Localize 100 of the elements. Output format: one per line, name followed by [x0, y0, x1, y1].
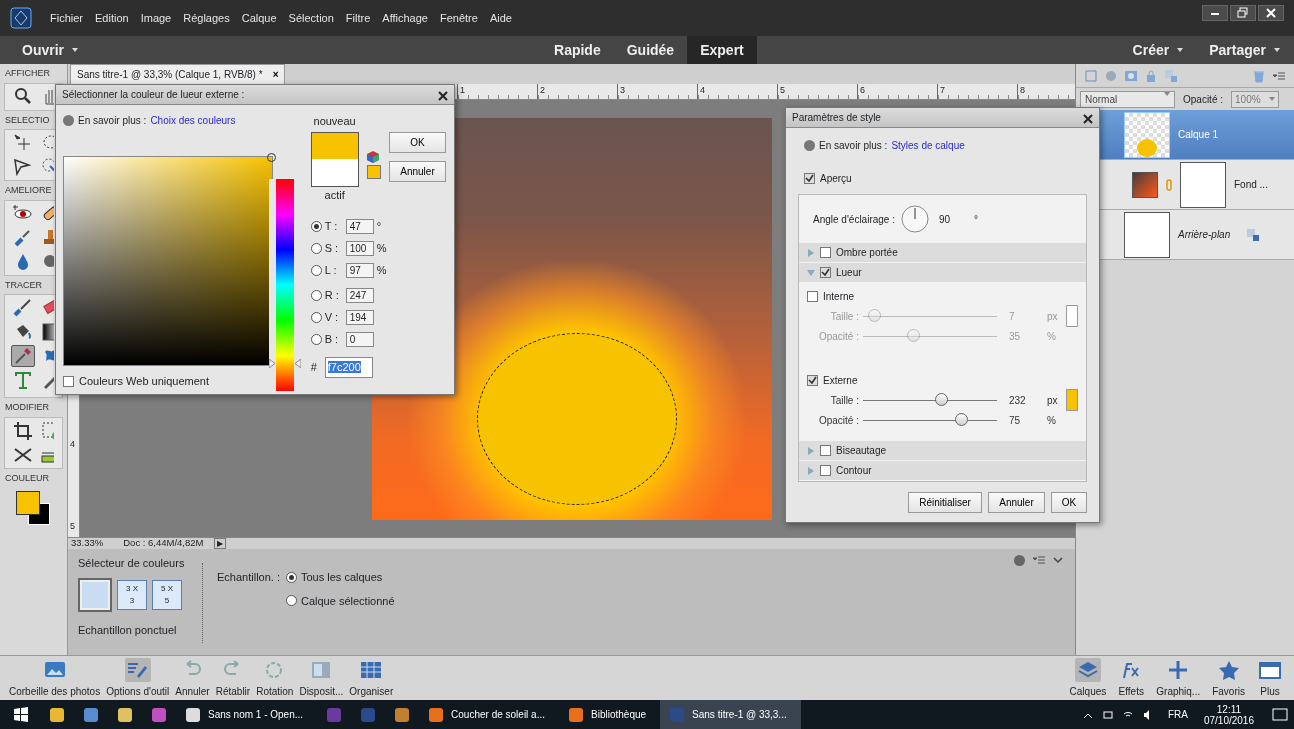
recompose-icon[interactable] [40, 419, 54, 442]
language-indicator[interactable]: FRA [1167, 707, 1188, 722]
text-icon[interactable] [12, 369, 34, 391]
clock-date[interactable]: 07/10/2016 [1203, 714, 1254, 726]
toolbar-button[interactable]: Graphiq... [1153, 656, 1204, 700]
layer-name[interactable]: Arrière-plan [1178, 227, 1238, 242]
menu-item[interactable]: Edition [89, 9, 135, 27]
cube-icon[interactable] [366, 151, 379, 163]
color-field[interactable] [63, 156, 273, 366]
angle-dial-icon[interactable] [900, 205, 929, 233]
mode-tab[interactable]: Rapide [541, 36, 614, 64]
toolbar-button[interactable]: Annuler [172, 656, 213, 700]
toolbar-button[interactable]: Disposit... [296, 656, 347, 700]
dialog-button[interactable]: Annuler [988, 492, 1045, 513]
close-button[interactable] [1083, 111, 1093, 124]
value-field[interactable]: 47 [345, 219, 374, 234]
degree-label: ° [974, 212, 979, 227]
opacity-field[interactable]: 100% [1231, 90, 1279, 108]
dialog-button[interactable]: Réinitialiser [908, 492, 982, 513]
dialog-button[interactable]: Annuler [389, 161, 446, 182]
sample-size-button[interactable] [78, 577, 112, 612]
menu-item[interactable]: Affichage [376, 9, 434, 27]
value-field[interactable]: 0 [345, 332, 374, 347]
taskbar-app[interactable]: Sans titre-1 @ 33,3... [660, 700, 801, 729]
clock-time[interactable]: 12:11 [1216, 703, 1242, 715]
menu-item[interactable]: Fenêtre [433, 9, 484, 27]
hex-field[interactable]: f7c200 [324, 357, 373, 378]
sample-size-button[interactable]: 5 X 5 [152, 579, 182, 610]
help-icon[interactable] [1014, 555, 1025, 566]
sample-radio[interactable]: Tous les calques [286, 569, 395, 586]
menu-item[interactable]: Image [134, 9, 178, 27]
close-button[interactable] [438, 88, 448, 101]
effect-checkbox[interactable]: Biseautage [820, 443, 887, 458]
slider-thumb[interactable] [934, 393, 948, 406]
layers-icon [1074, 657, 1101, 682]
open-menu[interactable]: Ouvrir [0, 36, 91, 64]
mode-tab[interactable]: Guidée [613, 36, 688, 64]
glow-color-swatch[interactable] [1065, 389, 1078, 411]
help-link[interactable]: Styles de calque [891, 138, 965, 153]
value-field[interactable]: 194 [345, 310, 374, 325]
action-menu[interactable]: Créer [1120, 36, 1198, 64]
dialog-button[interactable]: OK [1051, 492, 1087, 513]
close-tab-button[interactable]: × [272, 67, 279, 82]
toolbar-button[interactable]: Rétablir [212, 656, 254, 700]
crop-icon[interactable] [12, 419, 34, 442]
chevron-icon[interactable] [1053, 555, 1063, 566]
action-menu[interactable]: Partager [1197, 36, 1294, 64]
color-swatches-drawing[interactable] [16, 491, 52, 527]
layer-name[interactable]: Fond ... [1234, 177, 1268, 192]
taskbar-app[interactable]: Bibliothèque [559, 700, 661, 729]
color-mode-radio[interactable]: V : [310, 309, 343, 326]
value-field[interactable]: 100 [345, 241, 374, 256]
color-mode-radio[interactable]: B : [310, 331, 343, 348]
glow-checkbox[interactable]: Interne [807, 289, 1078, 304]
hue-slider[interactable] [268, 179, 301, 391]
toolbar-button[interactable]: Plus [1254, 656, 1286, 700]
color-mode-radio[interactable]: R : [310, 287, 343, 304]
help-icon[interactable] [63, 115, 74, 126]
effect-checkbox[interactable]: Lueur [820, 265, 862, 280]
blend-mode-dropdown[interactable]: Normal [1080, 90, 1175, 108]
toolbar-button[interactable]: Organiser [346, 656, 397, 700]
mode-tab[interactable]: Expert [687, 36, 757, 64]
help-icon[interactable] [804, 140, 815, 151]
toolbar-button[interactable]: Calques [1066, 656, 1110, 700]
help-link[interactable]: Choix des couleurs [150, 113, 236, 128]
menu-item[interactable]: Filtre [339, 9, 377, 27]
slider-label: Taille : [829, 309, 860, 324]
web-only-checkbox[interactable]: Couleurs Web uniquement [63, 373, 210, 390]
glow-checkbox[interactable]: Externe [807, 373, 1078, 388]
glow-color-swatch[interactable] [1065, 305, 1078, 327]
menu-item[interactable]: Fichier [44, 9, 89, 27]
dialog-button[interactable]: OK [389, 132, 446, 153]
taskbar-app[interactable]: Sans nom 1 - Open... [176, 700, 318, 729]
lock-transparency-icon[interactable] [1246, 227, 1260, 242]
network-icon[interactable] [1101, 708, 1114, 721]
value-field[interactable]: 97 [345, 263, 374, 278]
menu-item[interactable]: Calque [235, 9, 283, 27]
menu-item[interactable]: Aide [483, 9, 518, 27]
menu-item[interactable]: Réglages [177, 9, 236, 27]
toolbar-button[interactable]: Rotation [253, 656, 297, 700]
sample-radio[interactable]: Calque sélectionné [286, 592, 395, 609]
brush-icon[interactable] [12, 297, 34, 319]
toolbar-button[interactable]: Effets [1115, 656, 1148, 700]
toolbar-button[interactable]: Favoris [1209, 656, 1248, 700]
panel-menu-icon[interactable] [1033, 555, 1045, 566]
toolbar-button[interactable]: Options d'outil [103, 656, 173, 700]
sample-size-button[interactable]: 3 X 3 [117, 579, 147, 610]
document-tab[interactable]: Sans titre-1 @ 33,3% (Calque 1, RVB/8) * × [70, 64, 286, 84]
menu-item[interactable]: Sélection [282, 9, 340, 27]
slider-thumb[interactable] [954, 413, 968, 426]
hue-slider-handle[interactable] [268, 358, 301, 368]
value-field[interactable]: 247 [345, 288, 374, 303]
effect-checkbox[interactable]: Contour [820, 463, 872, 478]
color-mode-radio[interactable]: S : [310, 240, 343, 257]
toolbar-button[interactable]: Corbeille des photos [6, 656, 104, 700]
app-logo-icon[interactable] [10, 7, 32, 29]
color-mode-radio[interactable]: L : [310, 262, 343, 279]
color-mode-radio[interactable]: T : [310, 218, 343, 235]
gamut-swatch[interactable] [366, 165, 381, 179]
taskbar-app[interactable]: Coucher de soleil a... [419, 700, 559, 729]
